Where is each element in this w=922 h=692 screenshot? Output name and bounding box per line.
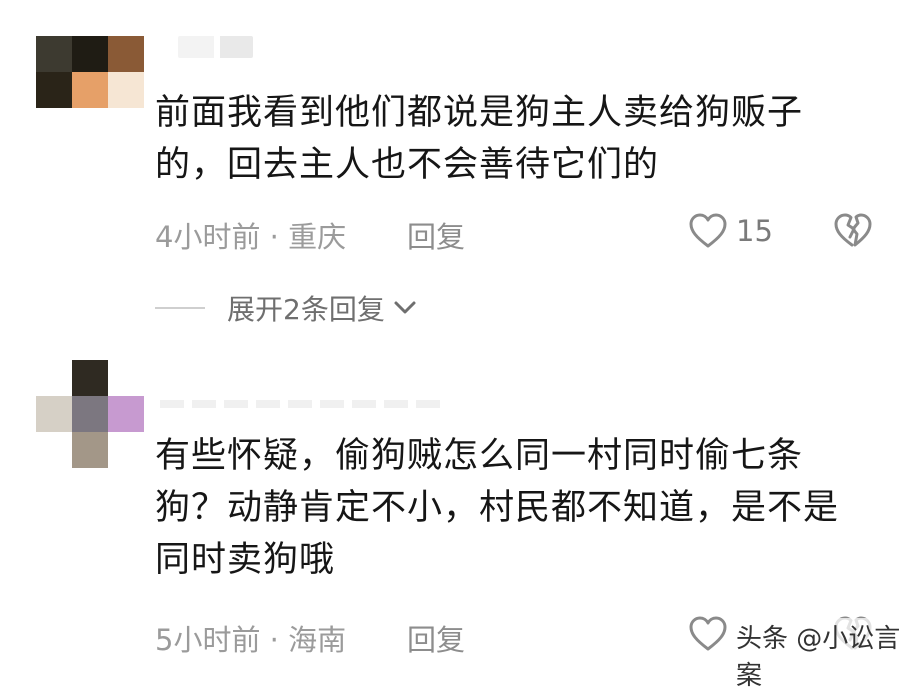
reply-button[interactable]: 回复: [407, 214, 465, 256]
like-button[interactable]: [688, 615, 728, 653]
comment-meta: 5小时前 · 海南: [155, 623, 347, 657]
dislike-button[interactable]: [833, 212, 873, 254]
broken-heart-icon: [834, 213, 872, 247]
username-blurred[interactable]: [160, 400, 440, 408]
avatar[interactable]: [36, 36, 144, 108]
chevron-down-icon: [394, 301, 416, 314]
reply-button[interactable]: 回复: [407, 617, 465, 659]
heart-outline-icon: [689, 616, 727, 651]
expand-replies-button[interactable]: 展开2条回复: [155, 288, 417, 328]
divider-line: [155, 307, 205, 309]
comment-meta: 4小时前 · 重庆: [155, 220, 347, 254]
like-button[interactable]: 15: [688, 212, 773, 250]
expand-replies-label: 展开2条回复: [227, 293, 385, 326]
watermark: 头条 @小讼言案: [732, 618, 922, 692]
avatar[interactable]: [36, 360, 144, 468]
username-blurred[interactable]: [178, 36, 253, 58]
like-count: 15: [736, 214, 773, 248]
comment-text: 有些怀疑，偷狗贼怎么同一村同时偷七条狗？动静肯定不小，村民都不知道，是不是同时卖…: [155, 436, 840, 580]
heart-outline-icon: [689, 213, 727, 248]
comment-text: 前面我看到他们都说是狗主人卖给狗贩子的，回去主人也不会善待它们的: [155, 93, 804, 185]
